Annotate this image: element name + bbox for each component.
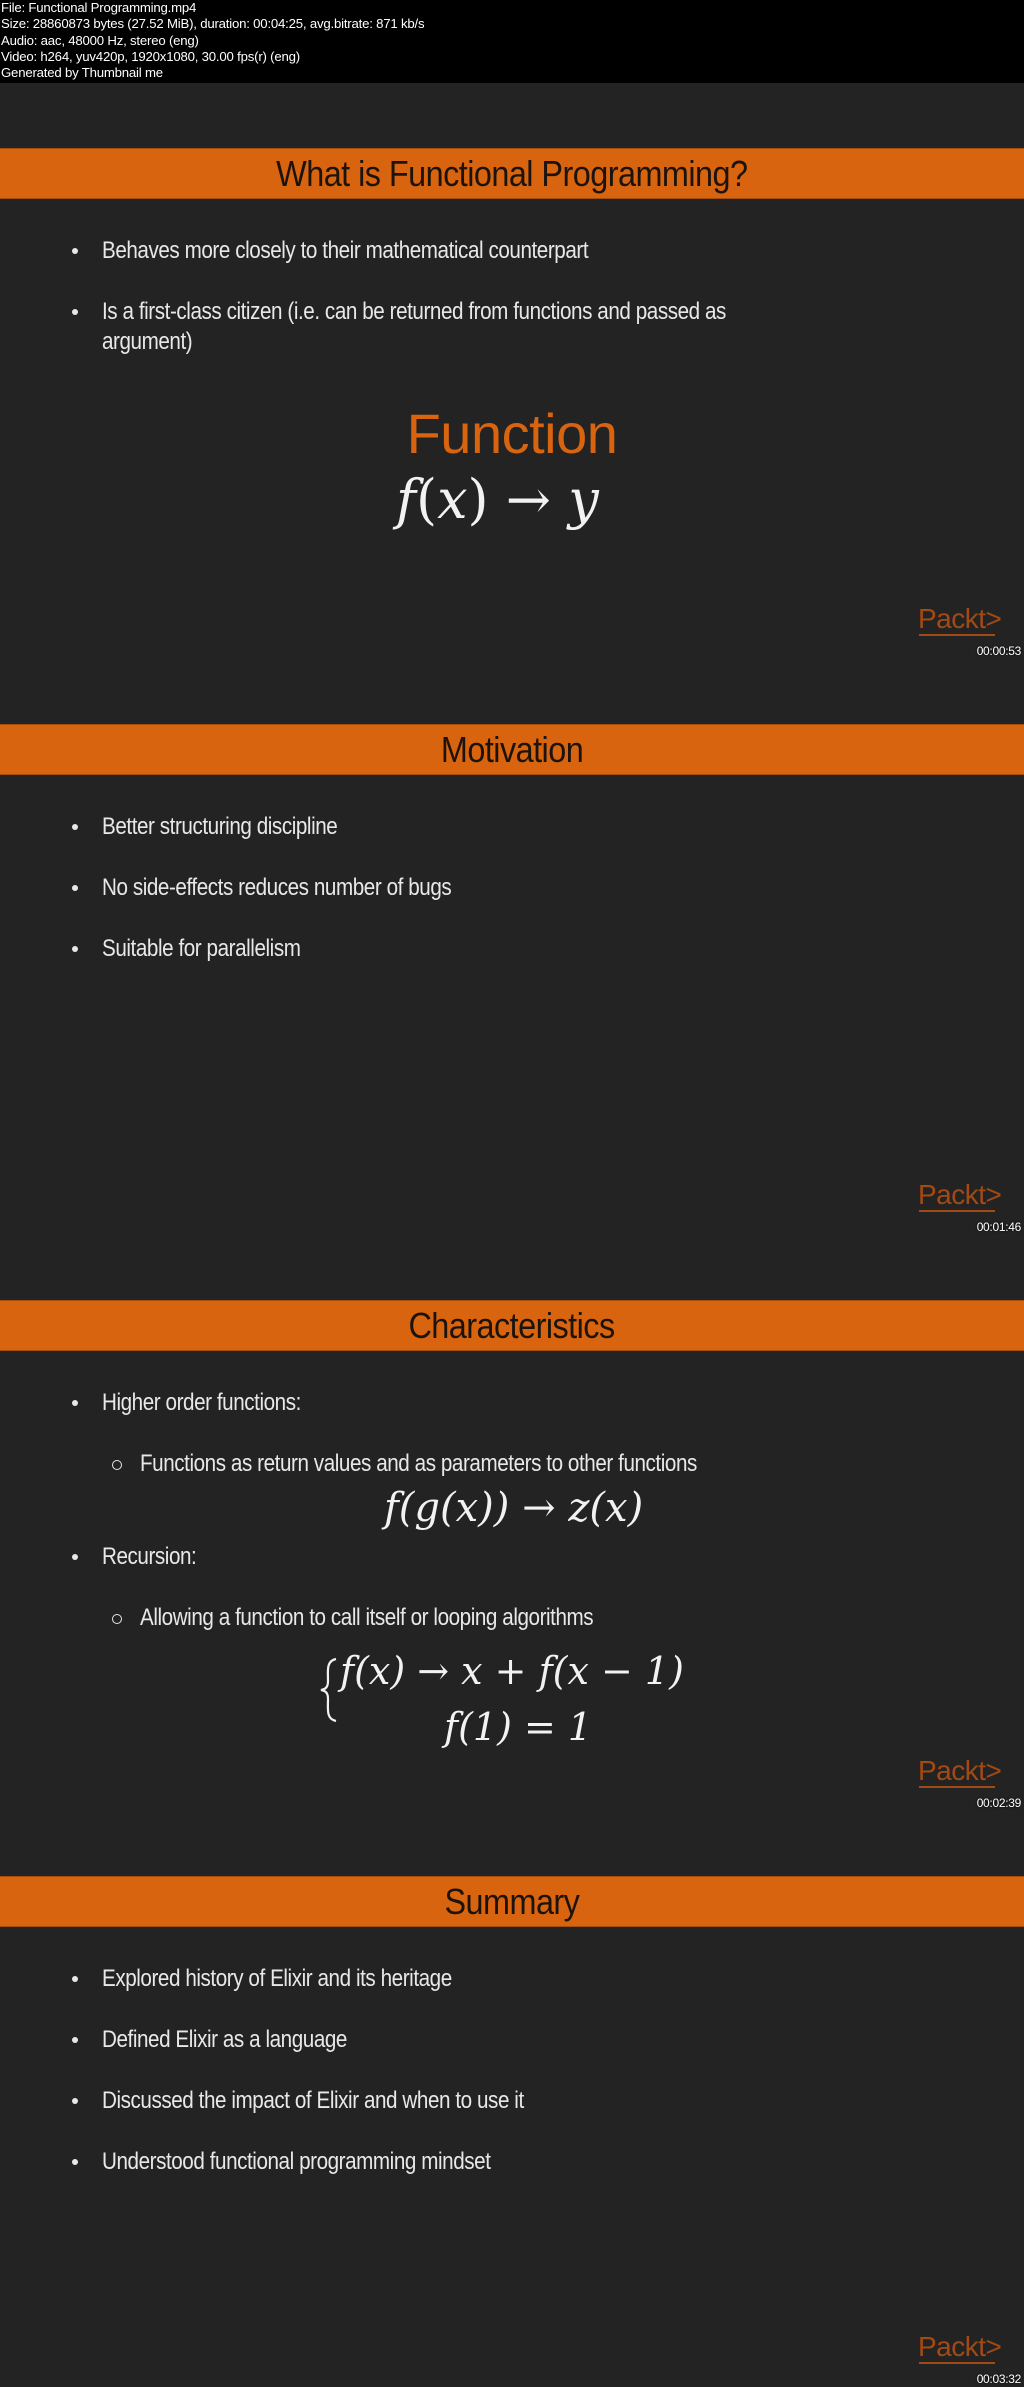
bullet-icon [72,824,78,830]
composition-formula: f(g(x)) → z(x) [384,1485,644,1531]
audio-info-line: Audio: aac, 48000 Hz, stereo (eng) [1,32,199,48]
hollow-bullet-icon [112,1614,122,1624]
packt-logo: Packt> [918,1179,1002,1212]
function-formula: f(x) → y [396,468,599,531]
bullet-icon [72,2037,78,2043]
timestamp: 00:02:39 [976,1796,1022,1810]
slide-title: Characteristics [408,1304,616,1346]
packt-logo: Packt> [918,1755,1002,1788]
video-info-header: File: Functional Programming.mp4 Size: 2… [0,0,1024,83]
arrow-icon: → [505,468,552,531]
video-info-line: Video: h264, yuv420p, 1920x1080, 30.00 f… [1,48,300,64]
file-size-line: Size: 28860873 bytes (27.52 MiB), durati… [1,16,425,32]
hollow-bullet-icon [112,1460,122,1470]
slide-title-band: What is Functional Programming? [0,148,1024,199]
function-heading: Function [406,402,618,465]
bullet-icon [72,885,78,891]
bullet-icon [72,1554,78,1560]
video-frame-2: Motivation Better structuring discipline… [0,659,1024,1235]
video-frame-4: Summary Explored history of Elixir and i… [0,1811,1024,2387]
curly-brace-icon [320,1657,337,1723]
bullet-icon [72,1400,78,1406]
timestamp: 00:00:53 [976,644,1022,658]
recursion-formula-line-1: f(x) → x + f(x − 1) [340,1649,684,1693]
generator-line: Generated by Thumbnail me [1,65,163,81]
bullet-icon [72,2159,78,2165]
slide-title-band: Summary [0,1876,1024,1927]
bullet-icon [72,248,78,254]
slide-title-band: Motivation [0,724,1024,775]
timestamp: 00:03:32 [976,2372,1022,2386]
bullet-icon [72,1976,78,1982]
bullet-icon [72,2098,78,2104]
video-frame-1: What is Functional Programming? Behaves … [0,83,1024,659]
timestamp: 00:01:46 [976,1220,1022,1234]
packt-logo: Packt> [918,2331,1002,2364]
slide-title: Motivation [440,728,584,770]
bullet-icon [72,946,78,952]
recursion-formula-line-2: f(1) = 1 [444,1705,593,1749]
packt-logo: Packt> [918,603,1002,636]
file-name-line: File: Functional Programming.mp4 [1,0,197,15]
bullet-icon [72,309,78,315]
slide-title: Summary [444,1880,580,1922]
video-frame-3: Characteristics Higher order functions: … [0,1235,1024,1811]
slide-title: What is Functional Programming? [276,152,748,194]
slide-title-band: Characteristics [0,1300,1024,1351]
